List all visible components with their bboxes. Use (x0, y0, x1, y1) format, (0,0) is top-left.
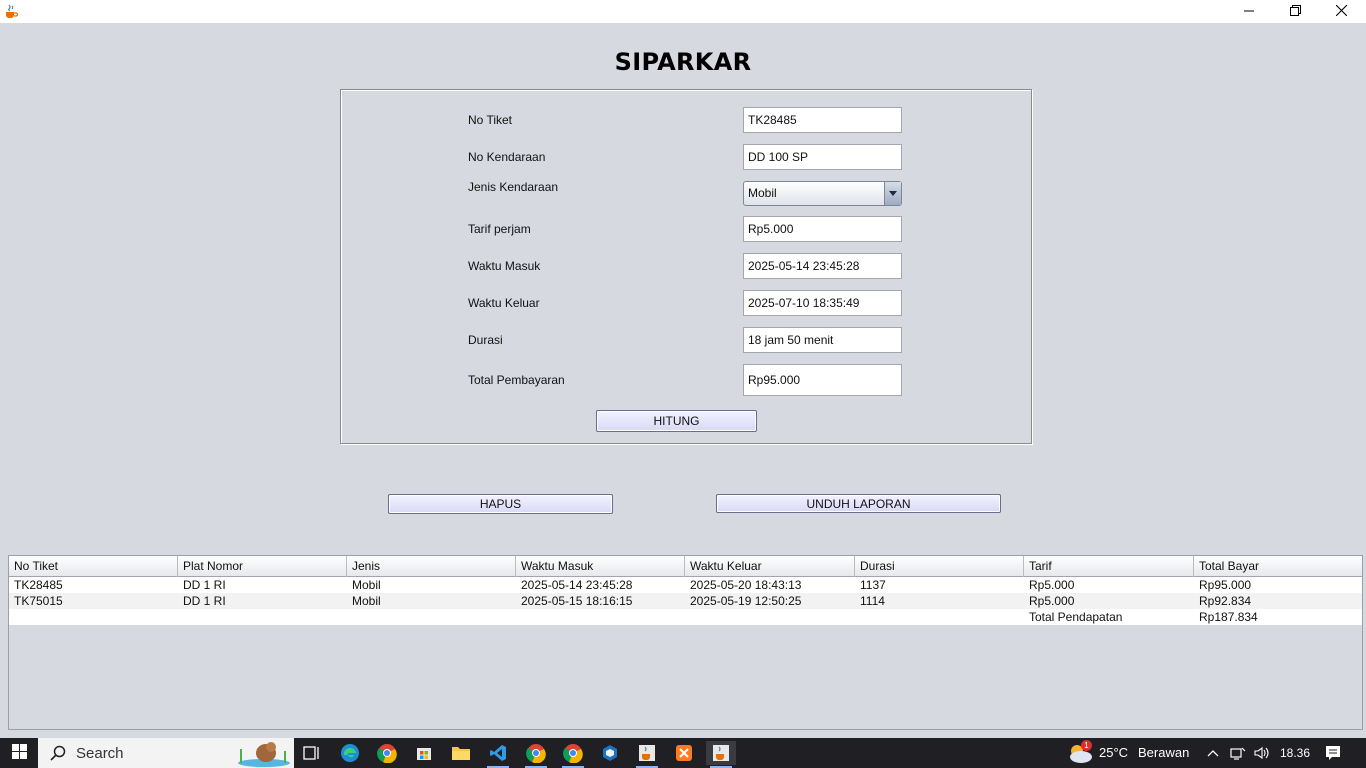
table-cell: 2025-05-14 23:45:28 (521, 578, 633, 592)
close-icon (1335, 4, 1347, 19)
jenis-kendaraan-value: Mobil (748, 186, 777, 200)
table-header: No Tiket Plat Nomor Jenis Waktu Masuk Wa… (9, 556, 1362, 577)
table-cell: Mobil (352, 594, 381, 608)
table-cell (855, 609, 1024, 625)
window-titlebar (0, 0, 1366, 23)
column-header[interactable]: Durasi (855, 556, 1024, 577)
tarif-label: Tarif perjam (468, 222, 531, 236)
table-cell: TK75015 (14, 594, 63, 608)
java-cup-icon[interactable] (3, 3, 19, 19)
chrome-icon[interactable] (372, 741, 402, 765)
hitung-button[interactable]: HITUNG (596, 410, 757, 432)
chevron-up-icon[interactable] (1203, 741, 1223, 765)
table-cell (347, 609, 516, 625)
column-header[interactable]: Waktu Keluar (685, 556, 855, 577)
durasi-label: Durasi (468, 333, 503, 347)
search-placeholder: Search (76, 744, 124, 762)
table-cell: 2025-05-20 18:43:13 (690, 578, 802, 592)
restore-icon (1289, 4, 1301, 19)
table-cell: 1114 (860, 594, 885, 608)
weather-temperature[interactable]: 25°C (1099, 738, 1128, 768)
speaker-icon[interactable] (1252, 741, 1272, 765)
table-cell: 2025-05-15 18:16:15 (521, 594, 633, 608)
form-panel (340, 89, 1032, 444)
total-pembayaran-label: Total Pembayaran (468, 373, 565, 387)
notification-icon[interactable] (1318, 741, 1348, 765)
table-cell: 1137 (860, 578, 886, 592)
weather-cloud-icon[interactable]: 1 (1064, 740, 1096, 765)
weather-condition[interactable]: Berawan (1138, 738, 1189, 768)
taskbar-search-box[interactable]: Search (38, 738, 294, 768)
close-button[interactable] (1318, 0, 1364, 23)
restore-button[interactable] (1272, 0, 1318, 23)
column-header[interactable]: Total Bayar (1194, 556, 1362, 577)
waktu-keluar-label: Waktu Keluar (468, 296, 540, 310)
network-icon[interactable] (1228, 741, 1248, 765)
waktu-masuk-label: Waktu Masuk (468, 259, 541, 273)
waktu-keluar-field[interactable]: 2025-07-10 18:35:49 (743, 290, 902, 316)
chrome-second-profile-icon[interactable] (558, 741, 588, 768)
windows-logo-icon (11, 744, 27, 762)
durasi-field[interactable]: 18 jam 50 menit (743, 327, 902, 353)
java-app-icon[interactable] (632, 741, 662, 768)
no-tiket-label: No Tiket (468, 113, 513, 127)
minimize-button[interactable] (1226, 0, 1272, 23)
edge-browser-icon[interactable] (335, 741, 365, 765)
column-header[interactable]: Jenis (347, 556, 516, 577)
table-cell: Total Pendapatan (1029, 610, 1123, 624)
no-tiket-field[interactable]: TK28485 (743, 107, 902, 133)
tarif-field[interactable]: Rp5.000 (743, 216, 902, 242)
search-highlight-icon (236, 739, 292, 768)
table-cell: Mobil (352, 578, 381, 592)
store-icon[interactable] (409, 741, 439, 765)
file-explorer-icon[interactable] (446, 741, 476, 765)
virtualbox-icon[interactable] (595, 741, 625, 765)
table-row[interactable]: Total Pendapatan Rp187.834 (9, 609, 1362, 625)
clock[interactable]: 18.36 (1280, 738, 1310, 768)
column-header[interactable]: Plat Nomor (178, 556, 347, 577)
no-kendaraan-field[interactable]: DD 100 SP (743, 144, 902, 170)
table-cell: Rp187.834 (1199, 610, 1258, 624)
app-title: SIPARKAR (614, 48, 752, 76)
table-cell (685, 609, 855, 625)
table-cell: 2025-05-19 12:50:25 (690, 594, 802, 608)
table-cell: DD 1 RI (183, 578, 226, 592)
table-body: TK28485 DD 1 RI Mobil 2025-05-14 23:45:2… (9, 577, 1362, 625)
table-cell (178, 609, 347, 625)
chrome-profile-icon[interactable] (521, 741, 551, 768)
start-button[interactable] (0, 738, 38, 768)
minimize-icon (1244, 5, 1254, 19)
task-view-icon[interactable] (297, 741, 327, 765)
table-cell: Rp5.000 (1029, 594, 1075, 608)
table-cell: Rp95.000 (1199, 578, 1252, 592)
table-cell: Rp92.834 (1199, 594, 1252, 608)
taskbar: Search 1 25°C Berawan 18.36 (0, 738, 1366, 768)
table-cell: DD 1 RI (183, 594, 226, 608)
column-header[interactable]: Tarif (1024, 556, 1194, 577)
weather-badge: 1 (1081, 740, 1092, 751)
java-running-app-icon[interactable] (706, 741, 736, 768)
search-icon (50, 745, 66, 764)
chevron-down-icon[interactable] (884, 182, 901, 205)
column-header[interactable]: No Tiket (9, 556, 178, 577)
jenis-kendaraan-label: Jenis Kendaraan (468, 180, 559, 194)
unduh-laporan-button[interactable]: UNDUH LAPORAN (716, 494, 1001, 513)
table-cell (9, 609, 178, 625)
table-cell: TK28485 (14, 578, 63, 592)
total-pembayaran-field[interactable]: Rp95.000 (743, 364, 902, 396)
table-cell: Rp5.000 (1029, 578, 1075, 592)
table-row[interactable]: TK75015 DD 1 RI Mobil 2025-05-15 18:16:1… (9, 593, 1362, 609)
table-cell (516, 609, 685, 625)
column-header[interactable]: Waktu Masuk (516, 556, 685, 577)
hapus-button[interactable]: HAPUS (388, 494, 613, 514)
vscode-icon[interactable] (483, 741, 513, 768)
no-kendaraan-label: No Kendaraan (468, 150, 546, 164)
table-row[interactable]: TK28485 DD 1 RI Mobil 2025-05-14 23:45:2… (9, 577, 1362, 593)
parking-table[interactable]: No Tiket Plat Nomor Jenis Waktu Masuk Wa… (8, 555, 1363, 730)
jenis-kendaraan-select[interactable]: Mobil (743, 181, 902, 206)
xampp-icon[interactable] (669, 741, 699, 765)
waktu-masuk-field[interactable]: 2025-05-14 23:45:28 (743, 253, 902, 279)
